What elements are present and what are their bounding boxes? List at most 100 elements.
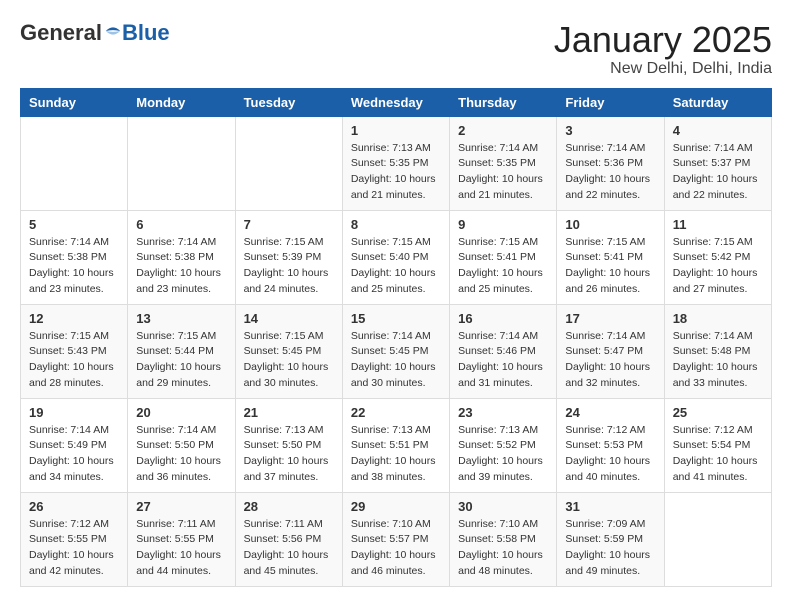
day-info: Sunrise: 7:11 AMSunset: 5:56 PMDaylight:…	[244, 517, 334, 580]
day-info: Sunrise: 7:14 AMSunset: 5:47 PMDaylight:…	[565, 329, 655, 392]
weekday-header-tuesday: Tuesday	[235, 88, 342, 116]
day-number: 19	[29, 405, 119, 420]
day-info: Sunrise: 7:12 AMSunset: 5:55 PMDaylight:…	[29, 517, 119, 580]
day-number: 26	[29, 499, 119, 514]
day-number: 25	[673, 405, 763, 420]
day-info: Sunrise: 7:14 AMSunset: 5:37 PMDaylight:…	[673, 141, 763, 204]
day-number: 17	[565, 311, 655, 326]
week-row-3: 12Sunrise: 7:15 AMSunset: 5:43 PMDayligh…	[21, 304, 772, 398]
day-number: 24	[565, 405, 655, 420]
day-number: 28	[244, 499, 334, 514]
calendar-cell: 5Sunrise: 7:14 AMSunset: 5:38 PMDaylight…	[21, 210, 128, 304]
day-number: 5	[29, 217, 119, 232]
calendar-cell: 28 Sunrise: 7:11 AMSunset: 5:56 PMDayligh…	[235, 492, 342, 586]
day-info: Sunrise: 7:15 AMSunset: 5:39 PMDaylight:…	[244, 235, 334, 298]
day-info: Sunrise: 7:13 AMSunset: 5:51 PMDaylight:…	[351, 423, 441, 486]
calendar-cell: 10 Sunrise: 7:15 AMSunset: 5:41 PMDayligh…	[557, 210, 664, 304]
calendar-cell: 6 Sunrise: 7:14 AMSunset: 5:38 PMDaylight…	[128, 210, 235, 304]
calendar-cell: 19Sunrise: 7:14 AMSunset: 5:49 PMDayligh…	[21, 398, 128, 492]
day-number: 18	[673, 311, 763, 326]
weekday-header-wednesday: Wednesday	[342, 88, 449, 116]
calendar-cell: 21Sunrise: 7:13 AMSunset: 5:50 PMDayligh…	[235, 398, 342, 492]
day-number: 16	[458, 311, 548, 326]
day-number: 13	[136, 311, 226, 326]
day-number: 29	[351, 499, 441, 514]
day-info: Sunrise: 7:14 AMSunset: 5:35 PMDaylight:…	[458, 141, 548, 204]
calendar-cell: 26 Sunrise: 7:12 AMSunset: 5:55 PMDayligh…	[21, 492, 128, 586]
calendar-cell: 3 Sunrise: 7:14 AMSunset: 5:36 PMDaylight…	[557, 116, 664, 210]
weekday-header-row: SundayMondayTuesdayWednesdayThursdayFrid…	[21, 88, 772, 116]
calendar-cell: 4 Sunrise: 7:14 AMSunset: 5:37 PMDaylight…	[664, 116, 771, 210]
calendar-cell	[128, 116, 235, 210]
calendar-cell: 15 Sunrise: 7:14 AMSunset: 5:45 PMDayligh…	[342, 304, 449, 398]
page-header: General Blue January 2025 New Delhi, Del…	[20, 20, 772, 78]
day-info: Sunrise: 7:15 AMSunset: 5:41 PMDaylight:…	[565, 235, 655, 298]
calendar-cell: 13Sunrise: 7:15 AMSunset: 5:44 PMDayligh…	[128, 304, 235, 398]
weekday-header-friday: Friday	[557, 88, 664, 116]
calendar-cell: 31 Sunrise: 7:09 AMSunset: 5:59 PMDayligh…	[557, 492, 664, 586]
calendar-cell: 11Sunrise: 7:15 AMSunset: 5:42 PMDayligh…	[664, 210, 771, 304]
week-row-4: 19Sunrise: 7:14 AMSunset: 5:49 PMDayligh…	[21, 398, 772, 492]
day-info: Sunrise: 7:14 AMSunset: 5:38 PMDaylight:…	[136, 235, 226, 298]
calendar-cell: 7Sunrise: 7:15 AMSunset: 5:39 PMDaylight…	[235, 210, 342, 304]
weekday-header-thursday: Thursday	[450, 88, 557, 116]
calendar-cell: 8 Sunrise: 7:15 AMSunset: 5:40 PMDaylight…	[342, 210, 449, 304]
day-info: Sunrise: 7:12 AMSunset: 5:53 PMDaylight:…	[565, 423, 655, 486]
calendar-cell: 22 Sunrise: 7:13 AMSunset: 5:51 PMDayligh…	[342, 398, 449, 492]
calendar-cell: 16 Sunrise: 7:14 AMSunset: 5:46 PMDayligh…	[450, 304, 557, 398]
day-number: 8	[351, 217, 441, 232]
calendar-cell: 14Sunrise: 7:15 AMSunset: 5:45 PMDayligh…	[235, 304, 342, 398]
day-info: Sunrise: 7:14 AMSunset: 5:48 PMDaylight:…	[673, 329, 763, 392]
day-number: 2	[458, 123, 548, 138]
day-number: 15	[351, 311, 441, 326]
calendar-table: SundayMondayTuesdayWednesdayThursdayFrid…	[20, 88, 772, 587]
day-info: Sunrise: 7:10 AMSunset: 5:58 PMDaylight:…	[458, 517, 548, 580]
day-info: Sunrise: 7:15 AMSunset: 5:41 PMDaylight:…	[458, 235, 548, 298]
calendar-cell: 20 Sunrise: 7:14 AMSunset: 5:50 PMDayligh…	[128, 398, 235, 492]
day-info: Sunrise: 7:14 AMSunset: 5:50 PMDaylight:…	[136, 423, 226, 486]
day-number: 27	[136, 499, 226, 514]
day-info: Sunrise: 7:15 AMSunset: 5:45 PMDaylight:…	[244, 329, 334, 392]
day-number: 30	[458, 499, 548, 514]
calendar-cell: 17 Sunrise: 7:14 AMSunset: 5:47 PMDayligh…	[557, 304, 664, 398]
title-block: January 2025 New Delhi, Delhi, India	[554, 20, 772, 78]
week-row-2: 5 Sunrise: 7:14 AMSunset: 5:38 PMDaylight…	[21, 210, 772, 304]
calendar-cell: 9Sunrise: 7:15 AMSunset: 5:41 PMDaylight…	[450, 210, 557, 304]
calendar-title: January 2025	[554, 20, 772, 60]
day-info: Sunrise: 7:15 AMSunset: 5:42 PMDaylight:…	[673, 235, 763, 298]
day-number: 10	[565, 217, 655, 232]
week-row-1: 1 Sunrise: 7:13 AMSunset: 5:35 PMDaylight…	[21, 116, 772, 210]
day-info: Sunrise: 7:13 AMSunset: 5:35 PMDaylight:…	[351, 141, 441, 204]
logo-icon	[104, 22, 122, 40]
day-number: 22	[351, 405, 441, 420]
day-info: Sunrise: 7:09 AMSunset: 5:59 PMDaylight:…	[565, 517, 655, 580]
calendar-cell: 18 Sunrise: 7:14 AMSunset: 5:48 PMDayligh…	[664, 304, 771, 398]
calendar-cell: 29Sunrise: 7:10 AMSunset: 5:57 PMDayligh…	[342, 492, 449, 586]
day-info: Sunrise: 7:14 AMSunset: 5:46 PMDaylight:…	[458, 329, 548, 392]
logo: General Blue	[20, 20, 170, 46]
calendar-cell: 25Sunrise: 7:12 AMSunset: 5:54 PMDayligh…	[664, 398, 771, 492]
calendar-cell: 27 Sunrise: 7:11 AMSunset: 5:55 PMDayligh…	[128, 492, 235, 586]
day-number: 1	[351, 123, 441, 138]
day-number: 20	[136, 405, 226, 420]
weekday-header-saturday: Saturday	[664, 88, 771, 116]
day-info: Sunrise: 7:14 AMSunset: 5:36 PMDaylight:…	[565, 141, 655, 204]
day-info: Sunrise: 7:13 AMSunset: 5:52 PMDaylight:…	[458, 423, 548, 486]
day-number: 12	[29, 311, 119, 326]
calendar-cell: 2 Sunrise: 7:14 AMSunset: 5:35 PMDaylight…	[450, 116, 557, 210]
calendar-cell	[664, 492, 771, 586]
day-number: 23	[458, 405, 548, 420]
calendar-cell: 1 Sunrise: 7:13 AMSunset: 5:35 PMDaylight…	[342, 116, 449, 210]
day-info: Sunrise: 7:14 AMSunset: 5:45 PMDaylight:…	[351, 329, 441, 392]
calendar-cell	[21, 116, 128, 210]
day-number: 3	[565, 123, 655, 138]
day-info: Sunrise: 7:11 AMSunset: 5:55 PMDaylight:…	[136, 517, 226, 580]
logo-general-text: General	[20, 20, 102, 46]
day-number: 31	[565, 499, 655, 514]
logo-blue-text: Blue	[122, 20, 170, 46]
day-info: Sunrise: 7:15 AMSunset: 5:40 PMDaylight:…	[351, 235, 441, 298]
day-number: 4	[673, 123, 763, 138]
calendar-cell: 23 Sunrise: 7:13 AMSunset: 5:52 PMDayligh…	[450, 398, 557, 492]
day-number: 6	[136, 217, 226, 232]
weekday-header-monday: Monday	[128, 88, 235, 116]
